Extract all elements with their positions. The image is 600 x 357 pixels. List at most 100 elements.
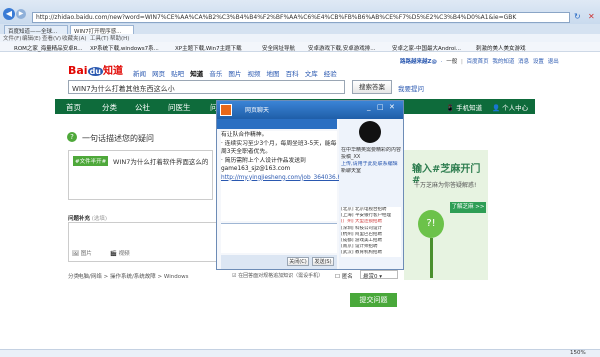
user-links: 路路越来越Z@ · 一般 | 百度首页 我的知道 消息 设置 退出 xyxy=(400,57,559,65)
close-popup-icon[interactable]: ✕ xyxy=(389,103,395,111)
product-links: 新闻 网页 贴吧 知道 音乐 图片 视频 地图 百科 文库 经验 xyxy=(133,68,337,78)
ad-learn-more-button[interactable]: 了解芝麻 >> xyxy=(450,202,486,213)
question-mark-icon: ? xyxy=(67,132,77,142)
link-jingyan[interactable]: 经验 xyxy=(324,70,337,78)
minimize-icon[interactable]: _ xyxy=(367,103,371,111)
link-baike[interactable]: 百科 xyxy=(286,70,299,78)
chat-history: 有让队合作精神。 · 连续实习至少3个月，每周坐班3-5天，能每周3天全职者优先… xyxy=(221,131,351,221)
fav-rom[interactable]: ROM之家_海量精品安卓R... xyxy=(14,44,84,52)
user-level: 一般 xyxy=(446,59,458,65)
popup-title: 网页聊天 xyxy=(245,107,270,114)
fav-xp-theme[interactable]: XP主题下载,Win7主题下载 xyxy=(175,44,259,52)
menu-help[interactable]: 帮助(H) xyxy=(110,34,129,42)
browser-toolbar: ◀ ▶ http://zhidao.baidu.com/new?word=WIN… xyxy=(0,0,600,24)
address-bar[interactable]: http://zhidao.baidu.com/new?word=WIN7%CE… xyxy=(32,12,570,23)
chat-link[interactable]: http://my.yingjiesheng.com/job_364036.ht… xyxy=(221,174,351,183)
separator: · xyxy=(440,59,443,65)
menu-favorites[interactable]: 收藏夹(A) xyxy=(62,34,87,42)
hashtag-chip[interactable]: #文件半开# xyxy=(73,156,109,166)
fav-android-game[interactable]: 安卓游戏下载,安卓游戏排... xyxy=(308,44,386,52)
username-link[interactable]: 路路越来越Z@ xyxy=(400,59,437,65)
job-list: [北京] 北京电视台招聘 [上海] 平安银行客户经理 [广州] 大型连锁招聘 [… xyxy=(341,207,401,257)
link-image[interactable]: 图片 xyxy=(228,70,241,78)
category-path[interactable]: 电脑/网络 > 操作系统/系统故障 > Windows xyxy=(78,272,218,280)
chat-email[interactable]: game163_sjz@163.com xyxy=(221,165,337,174)
question-textbox[interactable]: #文件半开# WIN7为什么打着软件界面这么的 xyxy=(68,150,213,200)
refresh-icon[interactable]: ↻ xyxy=(574,12,584,22)
back-button[interactable]: ◀ xyxy=(3,8,15,20)
bounty-value: 悬赏0 xyxy=(363,274,378,280)
anonymous-checkbox[interactable]: ☐ 匿名 xyxy=(335,272,353,280)
chat-line: 有让队合作精神。 xyxy=(221,132,268,138)
link-my-zhidao[interactable]: 我的知道 xyxy=(492,59,514,65)
link-logout[interactable]: 退出 xyxy=(548,59,559,65)
link-news[interactable]: 新闻 xyxy=(133,70,146,78)
nav-personal[interactable]: 👤 个人中心 xyxy=(492,102,528,112)
fav-nav[interactable]: 安全网址导航 xyxy=(262,44,304,52)
message-input[interactable] xyxy=(221,223,337,253)
search-answer-button[interactable]: 搜索答案 xyxy=(352,80,392,94)
link-web[interactable]: 网页 xyxy=(152,70,165,78)
nav-doctor[interactable]: 问医生 xyxy=(168,102,191,113)
popup-toolbar xyxy=(217,119,337,129)
fav-xp-win7[interactable]: XP系统下载,windows7系... xyxy=(90,44,168,52)
bounty-select[interactable]: 悬赏0 ▾ xyxy=(360,270,398,280)
link-video[interactable]: 视频 xyxy=(247,70,260,78)
tab-win7[interactable]: WIN7打开程序感... xyxy=(70,25,134,34)
fav-android-home[interactable]: 安卓之家-中国最大Androi... xyxy=(392,44,470,52)
separator: | xyxy=(461,59,463,65)
ask-question-link[interactable]: 我要提问 xyxy=(398,83,424,93)
close-icon[interactable]: ✕ xyxy=(588,12,598,22)
link-map[interactable]: 地图 xyxy=(267,70,280,78)
nav-mobile[interactable]: 📱 手机知道 xyxy=(446,102,482,112)
video-label: 视频 xyxy=(118,251,130,257)
link-zhidao[interactable]: 知道 xyxy=(190,70,203,78)
chat-popup-window[interactable]: 网页聊天 _ □ ✕ 有让队合作精神。 · 连续实习至少3个月，每周坐班3-5天… xyxy=(216,100,404,270)
sidebar-text: 新聊天室 xyxy=(341,168,362,174)
link-baidu-home[interactable]: 百度首页 xyxy=(467,59,489,65)
search-input[interactable]: WIN7为什么打着其他东西这么小 xyxy=(68,80,345,94)
link-wenku[interactable]: 文库 xyxy=(305,70,318,78)
logo-du: du xyxy=(87,67,103,76)
popup-sidebar: 在中华精英需要精彩的内容，您可 投稿_XX 上传,请用于此处联系编辑 新聊天室 … xyxy=(339,119,403,269)
fav-game[interactable]: 刺激的美人美女游戏 xyxy=(476,44,546,52)
link-messages[interactable]: 消息 xyxy=(518,59,529,65)
forward-button[interactable]: ▶ xyxy=(16,9,26,19)
popup-titlebar[interactable]: 网页聊天 _ □ ✕ xyxy=(217,101,403,119)
popup-footer: 关闭(C) 发送(S) xyxy=(221,255,337,269)
video-button[interactable]: 🎬 视频 xyxy=(110,249,130,257)
picture-button[interactable]: 🖼 图片 xyxy=(72,249,92,257)
link-music[interactable]: 音乐 xyxy=(209,70,222,78)
supplement-label: 问题补充 (选填) xyxy=(68,214,107,222)
menu-bar: 文件(F) 编辑(E) 查看(V) 收藏夹(A) 工具(T) 帮助(H) xyxy=(0,34,600,42)
sesame-ad-banner[interactable]: 输入#芝麻开门# 千万芝麻为你答疑解惑! 了解芝麻 >> ?! xyxy=(404,150,488,280)
send-button[interactable]: 发送(S) xyxy=(312,257,334,266)
tab-baidu-zhidao[interactable]: 百度知道——全球... xyxy=(4,25,68,34)
penguin-avatar xyxy=(359,121,381,143)
sidebar-text: 在中华精英需要精彩的内容，您可 xyxy=(341,147,401,153)
submit-question-button[interactable]: 提交问题 xyxy=(350,293,397,307)
chat-line: · 连续实习至少3个月，每周坐班3-5天，能每周3天全职者优先。 xyxy=(221,140,337,156)
anonymous-label: 匿名 xyxy=(341,274,353,280)
menu-edit[interactable]: 编辑(E) xyxy=(22,34,41,42)
menu-view[interactable]: 查看(V) xyxy=(42,34,61,42)
form-title: 一句话描述您的疑问 xyxy=(82,134,154,143)
close-chat-button[interactable]: 关闭(C) xyxy=(287,257,309,266)
link-settings[interactable]: 设置 xyxy=(533,59,544,65)
notify-checkbox[interactable]: ☑ 在回答面对规格追加知识（需设手机） xyxy=(232,272,332,279)
baidu-logo[interactable]: Bai du 知道 xyxy=(68,62,123,77)
nav-category[interactable]: 分类 xyxy=(102,102,117,113)
menu-tools[interactable]: 工具(T) xyxy=(90,34,109,42)
nav-home[interactable]: 首页 xyxy=(66,102,81,113)
nav-personal-label: 个人中心 xyxy=(502,104,529,112)
zoom-level[interactable]: 150% xyxy=(570,350,586,356)
nav-community[interactable]: 公社 xyxy=(135,102,150,113)
chat-line: · 简历需附上个人设计作品发送到 xyxy=(221,157,306,164)
list-item[interactable]: [武汉] 教育机构招聘 xyxy=(341,250,401,256)
link-tieba[interactable]: 贴吧 xyxy=(171,70,184,78)
menu-file[interactable]: 文件(F) xyxy=(3,34,21,42)
sidebar-link[interactable]: 上传,请用于此处联系编辑 xyxy=(341,161,401,168)
maximize-icon[interactable]: □ xyxy=(377,103,384,111)
logo-bai: Bai xyxy=(68,64,88,77)
question-text: WIN7为什么打着软件界面这么的 xyxy=(113,158,209,166)
